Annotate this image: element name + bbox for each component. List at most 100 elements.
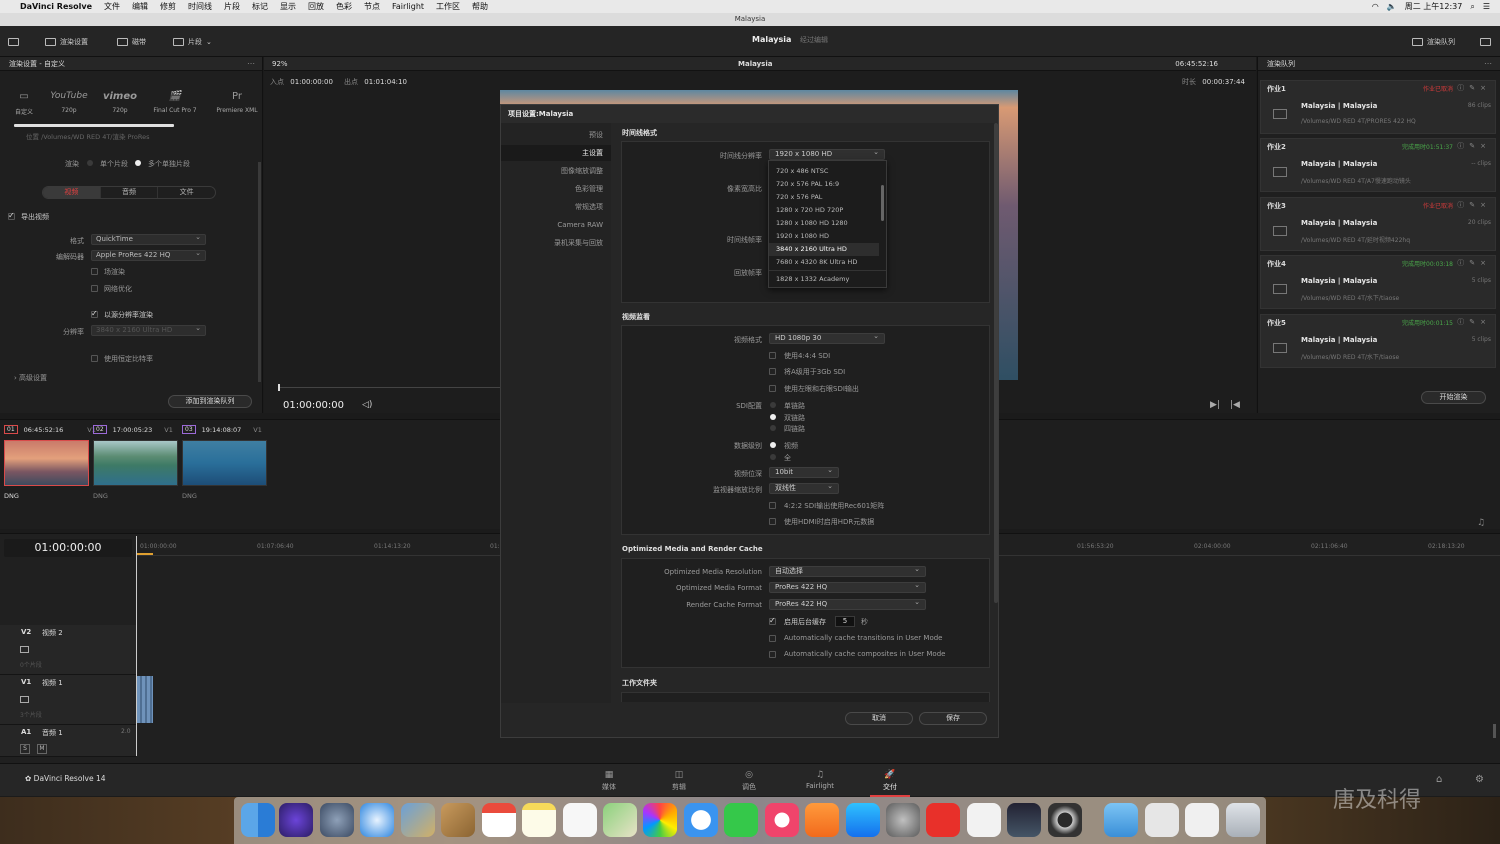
clip-thumbnail-3[interactable] (182, 440, 267, 486)
pencil-icon[interactable]: ✎ (1469, 201, 1480, 209)
menu-view[interactable]: 显示 (280, 1, 296, 12)
app-menu[interactable]: DaVinci Resolve (20, 2, 92, 11)
bit-depth-dropdown[interactable]: 10bit (769, 466, 839, 478)
render-job[interactable]: 作业3 作业已取消 ⓘ✎× Malaysia | Malaysia 20 clips/V… (1260, 197, 1496, 251)
sdi-single-radio[interactable] (770, 402, 776, 408)
data-full-radio[interactable] (770, 454, 776, 460)
source-res-checkbox[interactable] (91, 309, 98, 318)
menu-playback[interactable]: 回放 (308, 1, 324, 12)
pencil-icon[interactable]: ✎ (1469, 318, 1480, 326)
launchpad-icon[interactable] (320, 803, 354, 837)
photos-icon[interactable] (643, 803, 677, 837)
clip-thumbnail-1[interactable] (4, 440, 89, 486)
netease-music-icon[interactable] (926, 803, 960, 837)
next-frame-icon[interactable]: ▶| (1210, 400, 1220, 410)
home-icon[interactable]: ⌂ (1436, 774, 1442, 785)
cancel-button[interactable]: 取消 (845, 712, 913, 725)
v1-clips[interactable] (137, 676, 153, 723)
tab-video[interactable]: 视频 (43, 187, 100, 198)
scrub-bar[interactable] (278, 387, 500, 388)
hdr-metadata-checkbox[interactable] (769, 518, 776, 525)
menu-nodes[interactable]: 节点 (364, 1, 380, 12)
nav-master[interactable]: 主设置 (501, 145, 611, 161)
facetime-icon[interactable] (724, 803, 758, 837)
track-monitor-icon[interactable] (20, 696, 29, 703)
playhead-marker[interactable] (278, 384, 280, 391)
sdi-dual-radio[interactable] (770, 414, 776, 420)
finder-icon[interactable] (241, 803, 275, 837)
advanced-settings[interactable]: › 高级设置 (14, 373, 47, 383)
dropdown-option[interactable]: 1280 x 1080 HD 1280 (769, 217, 879, 230)
timeline-scrollbar[interactable] (1493, 724, 1496, 738)
constant-bitrate-checkbox[interactable] (91, 355, 98, 362)
davinci-resolve-icon[interactable] (1048, 803, 1082, 837)
page-media[interactable]: ▦ 媒体 (589, 770, 629, 792)
contacts-icon[interactable] (441, 803, 475, 837)
menu-file[interactable]: 文件 (104, 1, 120, 12)
close-icon[interactable]: × (1480, 201, 1491, 209)
notes-icon[interactable] (522, 803, 556, 837)
playhead[interactable] (136, 536, 137, 756)
export-video-checkbox[interactable] (8, 211, 15, 220)
wifi-icon[interactable]: ◠ (1372, 2, 1379, 11)
sdi444-checkbox[interactable] (769, 352, 776, 359)
dropdown-option[interactable]: 720 x 576 PAL (769, 191, 879, 204)
dialog-scrollbar[interactable] (994, 123, 998, 603)
menu-timeline[interactable]: 时间线 (188, 1, 212, 12)
preset-vimeo[interactable]: vimeo 720p (100, 85, 140, 115)
calendar-icon[interactable] (482, 803, 516, 837)
dropdown-option[interactable]: 720 x 576 PAL 16:9 (769, 178, 879, 191)
auto-transitions-checkbox[interactable] (769, 635, 776, 642)
search-icon[interactable]: ⌕ (1470, 2, 1474, 12)
video-format-dropdown[interactable]: HD 1080p 30 (769, 332, 885, 344)
photo-app-icon[interactable] (1007, 803, 1041, 837)
expand-icon[interactable] (1480, 35, 1491, 49)
itunes-icon[interactable] (765, 803, 799, 837)
format-dropdown[interactable]: QuickTime (91, 233, 206, 245)
nav-color[interactable]: 色彩管理 (501, 181, 611, 197)
menu-mark[interactable]: 标记 (252, 1, 268, 12)
single-clip-radio[interactable] (87, 160, 93, 166)
bg-cache-input[interactable]: 5 (835, 616, 855, 627)
track-monitor-icon[interactable] (20, 646, 29, 653)
speaker-icon[interactable]: ◁) (362, 400, 372, 410)
preset-custom[interactable]: ▭ 自定义 (4, 85, 44, 117)
page-edit[interactable]: ◫ 剪辑 (659, 770, 699, 792)
siri-icon[interactable] (279, 803, 313, 837)
mail-icon[interactable] (401, 803, 435, 837)
dropdown-option[interactable]: 1920 x 1080 HD (769, 230, 879, 243)
resolution-dropdown[interactable]: 3840 x 2160 Ultra HD (91, 324, 206, 336)
pencil-icon[interactable]: ✎ (1469, 84, 1480, 92)
close-icon[interactable]: × (1480, 318, 1491, 326)
job-tools[interactable]: ⓘ✎× (1457, 317, 1491, 327)
pencil-icon[interactable]: ✎ (1469, 259, 1480, 267)
pencil-icon[interactable]: ✎ (1469, 142, 1480, 150)
menu-color[interactable]: 色彩 (336, 1, 352, 12)
dropdown-option[interactable]: 7680 x 4320 8K Ultra HD (769, 256, 879, 269)
keyboard-viewer-icon[interactable] (1185, 803, 1219, 837)
collapse-icon[interactable] (8, 35, 19, 49)
nav-scaling[interactable]: 图像缩放调整 (501, 163, 611, 179)
render-job[interactable]: 作业5 完成用时00:01:15 ⓘ✎× Malaysia | Malaysia 5 c… (1260, 314, 1496, 368)
maps-icon[interactable] (603, 803, 637, 837)
menu-edit[interactable]: 编辑 (132, 1, 148, 12)
menu-trim[interactable]: 修剪 (160, 1, 176, 12)
system-preferences-icon[interactable] (886, 803, 920, 837)
preset-fcp7[interactable]: 🎬 Final Cut Pro 7 (152, 85, 198, 115)
gear-icon[interactable]: ⚙ (1475, 774, 1484, 785)
sdi-quad-radio[interactable] (770, 425, 776, 431)
preset-scrollbar[interactable] (14, 124, 174, 127)
menu-workspace[interactable]: 工作区 (436, 1, 460, 12)
clock[interactable]: 周二 上午12:37 (1405, 1, 1463, 12)
job-tools[interactable]: ⓘ✎× (1457, 141, 1491, 151)
render-cache-dropdown[interactable]: ProRes 422 HQ (769, 598, 926, 610)
clip-thumbnail-2[interactable] (93, 440, 178, 486)
render-queue-button[interactable]: 渲染队列 (1412, 35, 1455, 49)
dropdown-scrollbar[interactable] (881, 185, 884, 221)
preset-youtube[interactable]: YouTube 720p (49, 85, 89, 114)
music-note-icon[interactable]: ♫ (1477, 518, 1485, 528)
colorsync-icon[interactable] (967, 803, 1001, 837)
tab-audio[interactable]: 音频 (99, 187, 158, 198)
solo-button[interactable]: S (20, 744, 30, 754)
monitor-scaling-dropdown[interactable]: 双线性 (769, 482, 839, 494)
